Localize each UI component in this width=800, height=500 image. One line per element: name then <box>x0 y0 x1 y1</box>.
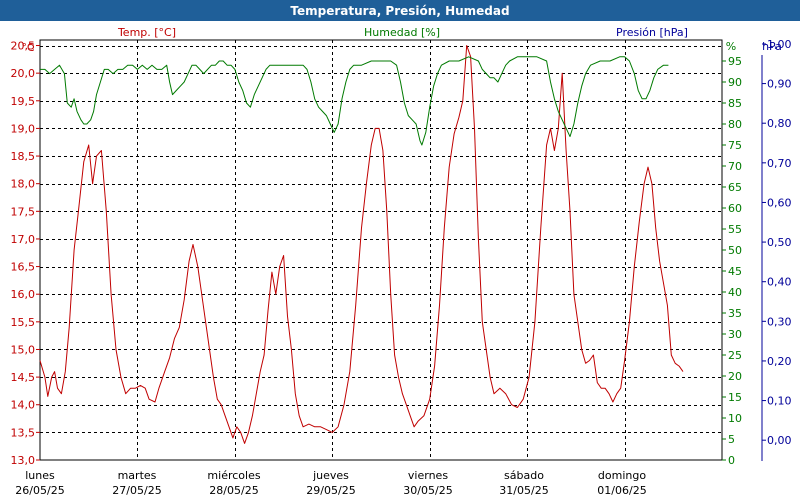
temperature-axis-label: Temp. [°C] <box>117 26 176 39</box>
humidity-tick-label: 45 <box>728 265 742 278</box>
day-name-label: viernes <box>408 469 448 482</box>
day-name-label: lunes <box>25 469 55 482</box>
pressure-tick-label: 0,70 <box>767 157 792 170</box>
humidity-tick-label: 20 <box>728 370 742 383</box>
humidity-tick-label: 40 <box>728 286 742 299</box>
pressure-tick-label: 0,60 <box>767 196 792 209</box>
chart-title: Temperatura, Presión, Humedad <box>290 4 509 18</box>
temperature-tick-label: 20,5 <box>11 40 36 53</box>
day-date-label: 29/05/25 <box>306 484 355 497</box>
humidity-unit: % <box>726 40 736 53</box>
day-date-label: 28/05/25 <box>209 484 258 497</box>
humidity-tick-label: 80 <box>728 118 742 131</box>
humidity-tick-label: 10 <box>728 412 742 425</box>
temperature-tick-label: 18,5 <box>11 150 36 163</box>
pressure-tick-label: 1,00 <box>767 38 792 51</box>
day-name-label: sábado <box>504 469 544 482</box>
day-date-label: 27/05/25 <box>112 484 161 497</box>
day-date-label: 30/05/25 <box>403 484 452 497</box>
pressure-axis-label: Presión [hPa] <box>616 26 688 39</box>
humidity-tick-label: 60 <box>728 202 742 215</box>
day-date-label: 26/05/25 <box>15 484 64 497</box>
humidity-tick-label: 75 <box>728 139 742 152</box>
temperature-tick-label: 19,0 <box>11 122 36 135</box>
chart-canvas: Temperatura, Presión, Humedad °C Temp. [… <box>0 0 800 500</box>
temperature-tick-label: 17,0 <box>11 233 36 246</box>
pressure-tick-label: 0,30 <box>767 315 792 328</box>
humidity-tick-label: 35 <box>728 307 742 320</box>
temperature-tick-label: 16,0 <box>11 288 36 301</box>
temperature-tick-label: 19,5 <box>11 95 36 108</box>
pressure-tick-label: 0,90 <box>767 78 792 91</box>
temperature-tick-label: 20,0 <box>11 67 36 80</box>
humidity-tick-label: 5 <box>728 433 735 446</box>
temperature-tick-label: 17,5 <box>11 205 36 218</box>
humidity-tick-label: 70 <box>728 160 742 173</box>
day-date-label: 01/06/25 <box>597 484 646 497</box>
temperature-tick-label: 14,5 <box>11 371 36 384</box>
pressure-tick-label: 0,20 <box>767 355 792 368</box>
temperature-tick-label: 13,0 <box>11 454 36 467</box>
humidity-tick-label: 85 <box>728 97 742 110</box>
chart-background <box>0 0 800 500</box>
temperature-tick-label: 18,0 <box>11 178 36 191</box>
pressure-tick-label: 0,10 <box>767 395 792 408</box>
temperature-tick-label: 14,0 <box>11 399 36 412</box>
humidity-tick-label: 90 <box>728 76 742 89</box>
temperature-tick-label: 15,0 <box>11 343 36 356</box>
humidity-axis-label: Humedad [%] <box>364 26 440 39</box>
temperature-tick-label: 15,5 <box>11 316 36 329</box>
pressure-tick-label: 0,00 <box>767 434 792 447</box>
humidity-tick-label: 25 <box>728 349 742 362</box>
humidity-tick-label: 55 <box>728 223 742 236</box>
day-name-label: miércoles <box>207 469 260 482</box>
day-name-label: martes <box>118 469 157 482</box>
humidity-tick-label: 15 <box>728 391 742 404</box>
weather-chart: Temperatura, Presión, Humedad °C Temp. [… <box>0 0 800 500</box>
humidity-tick-label: 95 <box>728 55 742 68</box>
day-name-label: jueves <box>312 469 349 482</box>
day-name-label: domingo <box>598 469 646 482</box>
humidity-tick-label: 65 <box>728 181 742 194</box>
humidity-tick-label: 0 <box>728 454 735 467</box>
day-date-label: 31/05/25 <box>499 484 548 497</box>
pressure-tick-label: 0,40 <box>767 276 792 289</box>
temperature-tick-label: 16,5 <box>11 261 36 274</box>
pressure-tick-label: 0,80 <box>767 117 792 130</box>
humidity-tick-label: 30 <box>728 328 742 341</box>
humidity-tick-label: 50 <box>728 244 742 257</box>
pressure-tick-label: 0,50 <box>767 236 792 249</box>
temperature-tick-label: 13,5 <box>11 426 36 439</box>
